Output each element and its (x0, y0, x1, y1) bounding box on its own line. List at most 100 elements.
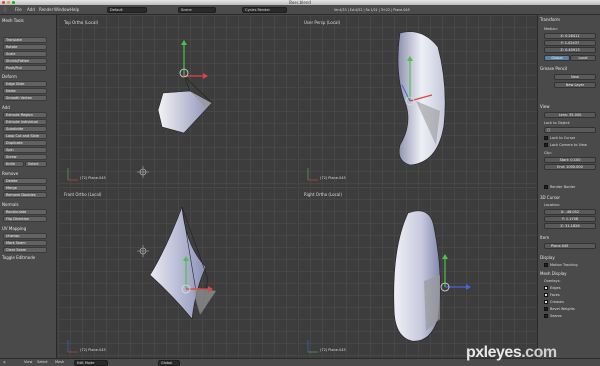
duplicate-button[interactable]: Duplicate (3, 140, 47, 146)
rotate-button[interactable]: Rotate (3, 44, 47, 50)
global-toggle[interactable]: Global (544, 55, 570, 61)
watermark-tld: .com (521, 344, 557, 361)
lock-camera-checkbox[interactable]: Lock Camera to View (544, 143, 587, 147)
info-header: ⓘ File Add Render Window Help Default Sc… (0, 5, 600, 15)
local-toggle[interactable]: Local (570, 55, 596, 61)
grease-new-layer-button[interactable]: New Layer (554, 82, 596, 88)
loop-cut-button[interactable]: Loop Cut and Slide (3, 133, 47, 139)
cursor-y-field[interactable]: Y: 1.1708 (544, 216, 596, 222)
viewport-user-persp[interactable]: User Persp (Local) (72) Plane.045 (298, 15, 537, 186)
knife-select-button[interactable]: Select (25, 161, 47, 167)
extrude-individual-button[interactable]: Extrude Individual (3, 119, 47, 125)
display-title[interactable]: Display (540, 255, 555, 260)
toggle-editmode-title[interactable]: Toggle Editmode (2, 255, 35, 260)
overlay-creases-label: Creases (550, 300, 564, 304)
uv-mapping-title: UV Mapping (2, 226, 27, 231)
menu-add[interactable]: Add (27, 7, 35, 12)
pivot-select[interactable]: Global (158, 360, 180, 366)
lock-cursor-checkbox[interactable]: Lock to Cursor (544, 136, 575, 140)
editor-type-icon[interactable]: ⓘ (3, 7, 7, 13)
menu-render[interactable]: Render (39, 7, 53, 12)
translate-button[interactable]: Translate (3, 37, 47, 43)
remove-title: Remove (2, 171, 19, 176)
transform-title[interactable]: Transform (540, 17, 560, 22)
lock-camera-label: Lock Camera to View (550, 143, 587, 147)
overlay-edges-label: Edges (550, 286, 561, 290)
editor-3d-icon[interactable]: ◈ (3, 360, 6, 364)
viewport-object-name: (72) Plane.045 (320, 348, 346, 352)
mesh-persp-view[interactable] (298, 15, 537, 186)
mesh-right-view[interactable] (298, 187, 537, 358)
mode-select[interactable]: Edit Mode (74, 360, 108, 366)
median-x-field[interactable]: X: 0.28411 (544, 33, 596, 39)
layout-select[interactable]: Default (107, 7, 147, 13)
properties-panel: Transform Median: X: 0.28411 Y: 1.02437 … (537, 15, 600, 358)
motion-tracking-checkbox[interactable]: Motion Tracking (544, 263, 578, 267)
overlay-faces-checkbox[interactable]: Faces (544, 293, 560, 297)
tool-shelf: Mesh Tools Translate Rotate Scale Shrink… (0, 15, 57, 358)
clip-label: Clip: (544, 151, 552, 155)
flip-direction-button[interactable]: Flip Direction (3, 216, 47, 222)
overlay-bevel-label: Bevel Weights (550, 307, 575, 311)
lens-field[interactable]: Lens: 35.000 (544, 112, 596, 118)
menu-view[interactable]: View (24, 360, 32, 364)
lock-object-field[interactable]: ▢ (544, 127, 596, 133)
grease-new-button[interactable]: New (554, 74, 596, 80)
extrude-region-button[interactable]: Extrude Region (3, 112, 47, 118)
overlay-edges-checkbox[interactable]: Edges (544, 286, 561, 290)
zoom-window-icon[interactable] (12, 1, 15, 4)
minimize-window-icon[interactable] (7, 1, 10, 4)
subdivide-button[interactable]: Subdivide (3, 126, 47, 132)
menu-window[interactable]: Window (54, 7, 70, 12)
scene-select[interactable]: Scene (178, 7, 216, 13)
viewport-top-ortho[interactable]: Top Ortho (Local) (72) Plane.045 (58, 15, 297, 186)
render-engine-select[interactable]: Cycles Render (242, 7, 287, 13)
item-name-field[interactable]: Plane.045 (544, 243, 596, 249)
overlay-bevel-weights-checkbox[interactable]: Bevel Weights (544, 307, 575, 311)
scale-button[interactable]: Scale (3, 51, 47, 57)
unwrap-button[interactable]: Unwrap (3, 233, 47, 239)
screw-button[interactable]: Screw (3, 154, 47, 160)
overlays-label: Overlays: (544, 279, 561, 283)
edge-slide-button[interactable]: Edge Slide (3, 81, 47, 87)
spin-button[interactable]: Spin (3, 147, 47, 153)
motion-tracking-label: Motion Tracking (550, 263, 578, 267)
clip-start-field[interactable]: Start: 0.100 (544, 157, 596, 163)
mesh-display-title[interactable]: Mesh Display (540, 271, 567, 276)
viewport-front-ortho[interactable]: Front Ortho (Local) (72) Plane.045 (58, 187, 297, 358)
menu-file[interactable]: File (15, 7, 22, 12)
shrink-fatten-button[interactable]: Shrink/Fatten (3, 58, 47, 64)
push-pull-button[interactable]: Push/Pull (3, 65, 47, 71)
menu-help[interactable]: Help (70, 7, 79, 12)
view-title[interactable]: View (540, 104, 550, 109)
mesh-top-view[interactable] (58, 15, 297, 186)
clear-seam-button[interactable]: Clear Seam (3, 247, 47, 253)
median-y-field[interactable]: Y: 1.02437 (544, 40, 596, 46)
merge-button[interactable]: Merge (3, 185, 47, 191)
grease-pencil-title[interactable]: Grease Pencil (540, 66, 567, 71)
viewport-right-ortho[interactable]: Right Ortho (Local) (72) Plane.045 (298, 187, 537, 358)
3d-cursor-title[interactable]: 3D Cursor (540, 195, 560, 200)
clip-end-field[interactable]: End: 1000.000 (544, 164, 596, 170)
knife-button[interactable]: Knife (3, 161, 24, 167)
delete-button[interactable]: Delete (3, 178, 47, 184)
cursor-x-field[interactable]: X: -46.052 (544, 209, 596, 215)
render-border-checkbox[interactable]: Render Border (544, 185, 575, 189)
mesh-tools-title[interactable]: Mesh Tools (2, 18, 24, 23)
mesh-front-view[interactable] (58, 187, 297, 358)
cursor-z-field[interactable]: Z: 31.1826 (544, 223, 596, 229)
remove-doubles-button[interactable]: Remove Doubles (3, 192, 47, 198)
menu-mesh[interactable]: Mesh (55, 360, 64, 364)
mark-seam-button[interactable]: Mark Seam (3, 240, 47, 246)
viewport-object-name: (72) Plane.045 (80, 348, 106, 352)
smooth-vertex-button[interactable]: Smooth Vertex (3, 95, 47, 101)
noise-button[interactable]: Noise (3, 88, 47, 94)
overlay-creases-checkbox[interactable]: Creases (544, 300, 564, 304)
median-z-field[interactable]: Z: 0.40913 (544, 47, 596, 53)
viewport-object-name: (72) Plane.045 (320, 176, 346, 180)
overlay-seams-checkbox[interactable]: Seams (544, 314, 562, 318)
item-title[interactable]: Item (540, 235, 549, 240)
recalculate-button[interactable]: Recalculate (3, 209, 47, 215)
menu-select[interactable]: Select (37, 360, 48, 364)
close-window-icon[interactable] (2, 1, 5, 4)
